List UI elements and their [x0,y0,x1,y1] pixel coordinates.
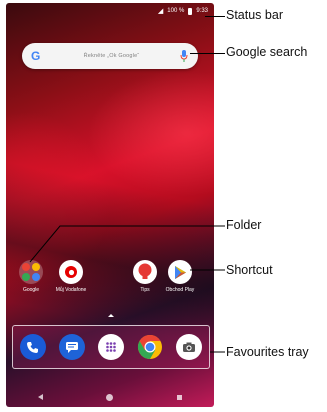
mic-icon[interactable] [180,50,188,62]
vodafone-icon [59,260,83,284]
google-search-bar[interactable]: G Řekněte „Ok Google“ [22,43,198,69]
favourites-tray [12,325,210,369]
home-icon[interactable] [106,393,114,401]
messages-icon[interactable] [58,334,85,360]
label-shortcut: Shortcut [226,263,273,277]
back-icon[interactable] [37,394,43,400]
signal-icon: ◢ [157,8,164,15]
page-indicator [108,314,114,317]
status-bar: ◢ 100 % 9:33 [6,3,214,19]
app-vodafone[interactable]: Můj Vodafone [54,260,88,293]
battery-percent: 100 % [167,8,185,14]
folder-icon [19,260,43,284]
battery-icon [188,7,193,15]
play-store-icon [168,260,192,284]
camera-icon[interactable] [176,334,203,360]
chrome-icon[interactable] [137,334,163,360]
label-favourites-tray: Favourites tray [226,345,309,359]
label-google-search: Google search [226,45,308,59]
search-hint: Řekněte „Ok Google“ [83,53,140,59]
app-label-vodafone: Můj Vodafone [55,287,87,293]
google-logo-icon: G [31,49,41,63]
label-folder: Folder [226,218,262,232]
app-label-play-store: Obchod Play [165,287,195,293]
app-label-google: Google [22,287,40,293]
app-drawer-icon[interactable] [97,334,124,360]
app-label-tips: Tips [140,287,150,293]
tips-icon [133,260,157,284]
label-status-bar: Status bar [226,8,283,22]
phone-screen: ◢ 100 % 9:33 G Řekněte „Ok Google“ Googl… [6,3,214,407]
navigation-bar [6,387,214,407]
callout-line-status-bar [205,16,225,17]
phone-icon[interactable] [19,334,46,360]
app-play-store[interactable]: Obchod Play [163,260,197,293]
app-tips[interactable]: Tips [128,260,162,293]
recents-icon[interactable] [177,394,183,400]
callout-line-google-search [190,53,225,54]
folder-google[interactable]: Google [14,260,48,293]
clock: 9:33 [196,8,208,14]
